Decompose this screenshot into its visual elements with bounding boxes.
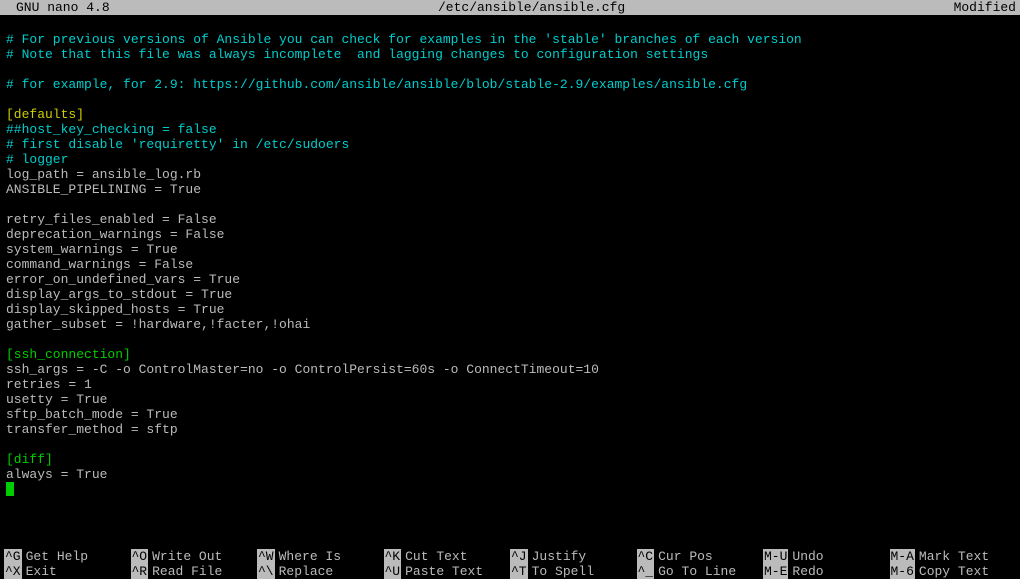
editor-line: command_warnings = False: [6, 257, 1014, 272]
shortcut-key: M-6: [890, 564, 915, 579]
shortcut-key: M-E: [763, 564, 788, 579]
modified-status: Modified: [954, 0, 1016, 15]
editor-line: display_args_to_stdout = True: [6, 287, 1014, 302]
shortcut-row-1: ^GGet Help^OWrite Out^WWhere Is^KCut Tex…: [4, 549, 1016, 564]
editor-area[interactable]: # For previous versions of Ansible you c…: [0, 15, 1020, 502]
shortcut-item[interactable]: ^UPaste Text: [384, 564, 511, 579]
editor-line: # Note that this file was always incompl…: [6, 47, 1014, 62]
shortcut-label: Where Is: [279, 549, 341, 564]
shortcut-label: Copy Text: [919, 564, 989, 579]
editor-line: [diff]: [6, 452, 1014, 467]
file-path: /etc/ansible/ansible.cfg: [110, 0, 954, 15]
editor-line: error_on_undefined_vars = True: [6, 272, 1014, 287]
shortcut-key: ^R: [131, 564, 149, 579]
shortcut-key: ^W: [257, 549, 275, 564]
shortcut-label: Write Out: [152, 549, 222, 564]
shortcut-key: M-A: [890, 549, 915, 564]
shortcut-key: ^X: [4, 564, 22, 579]
editor-line: retries = 1: [6, 377, 1014, 392]
shortcut-item[interactable]: ^W Where Is: [257, 549, 384, 564]
shortcut-label: Redo: [792, 564, 823, 579]
editor-line: transfer_method = sftp: [6, 422, 1014, 437]
shortcut-item[interactable]: ^G Get Help: [4, 549, 131, 564]
shortcut-item[interactable]: ^CCur Pos: [637, 549, 764, 564]
shortcut-key: ^K: [384, 549, 402, 564]
shortcut-label: Undo: [792, 549, 823, 564]
shortcut-label: Justify: [532, 549, 587, 564]
editor-line: # first disable 'requiretty' in /etc/sud…: [6, 137, 1014, 152]
shortcut-label: Replace: [279, 564, 334, 579]
shortcut-item[interactable]: M-6 Copy Text: [890, 564, 1017, 579]
shortcut-item[interactable]: M-A Mark Text: [890, 549, 1017, 564]
cursor-line: [6, 482, 1014, 500]
editor-line: [6, 197, 1014, 212]
editor-line: log_path = ansible_log.rb: [6, 167, 1014, 182]
editor-line: # for example, for 2.9: https://github.c…: [6, 77, 1014, 92]
shortcut-key: M-U: [763, 549, 788, 564]
shortcut-row-2: ^XExit^RRead File^\Replace^UPaste Text^T…: [4, 564, 1016, 579]
editor-line: [6, 92, 1014, 107]
shortcut-key: ^O: [131, 549, 149, 564]
shortcut-item[interactable]: ^OWrite Out: [131, 549, 258, 564]
editor-line: always = True: [6, 467, 1014, 482]
shortcut-key: ^\: [257, 564, 275, 579]
editor-line: [6, 62, 1014, 77]
shortcut-bar: ^GGet Help^OWrite Out^WWhere Is^KCut Tex…: [0, 549, 1020, 579]
shortcut-label: Exit: [26, 564, 57, 579]
editor-line: deprecation_warnings = False: [6, 227, 1014, 242]
editor-line: system_warnings = True: [6, 242, 1014, 257]
shortcut-label: Paste Text: [405, 564, 483, 579]
app-name: GNU nano 4.8: [4, 0, 110, 15]
cursor: [6, 482, 14, 496]
editor-line: [6, 17, 1014, 32]
editor-line: retry_files_enabled = False: [6, 212, 1014, 227]
editor-line: gather_subset = !hardware,!facter,!ohai: [6, 317, 1014, 332]
editor-line: # For previous versions of Ansible you c…: [6, 32, 1014, 47]
editor-line: ssh_args = -C -o ControlMaster=no -o Con…: [6, 362, 1014, 377]
editor-line: usetty = True: [6, 392, 1014, 407]
shortcut-label: Get Help: [26, 549, 88, 564]
editor-line: ##host_key_checking = false: [6, 122, 1014, 137]
shortcut-item[interactable]: ^\ Replace: [257, 564, 384, 579]
shortcut-item[interactable]: M-U Undo: [763, 549, 890, 564]
editor-line: [6, 332, 1014, 347]
shortcut-key: ^G: [4, 549, 22, 564]
shortcut-label: Read File: [152, 564, 222, 579]
shortcut-label: Cur Pos: [658, 549, 713, 564]
shortcut-item[interactable]: ^_Go To Line: [637, 564, 764, 579]
shortcut-key: ^C: [637, 549, 655, 564]
editor-line: [ssh_connection]: [6, 347, 1014, 362]
shortcut-item[interactable]: ^J Justify: [510, 549, 637, 564]
shortcut-item[interactable]: ^KCut Text: [384, 549, 511, 564]
shortcut-key: ^_: [637, 564, 655, 579]
editor-line: ANSIBLE_PIPELINING = True: [6, 182, 1014, 197]
shortcut-key: ^U: [384, 564, 402, 579]
shortcut-item[interactable]: ^X Exit: [4, 564, 131, 579]
editor-line: [defaults]: [6, 107, 1014, 122]
editor-line: [6, 437, 1014, 452]
shortcut-item[interactable]: ^T To Spell: [510, 564, 637, 579]
shortcut-label: To Spell: [532, 564, 594, 579]
shortcut-item[interactable]: M-E Redo: [763, 564, 890, 579]
editor-line: sftp_batch_mode = True: [6, 407, 1014, 422]
shortcut-label: Cut Text: [405, 549, 467, 564]
shortcut-item[interactable]: ^RRead File: [131, 564, 258, 579]
titlebar: GNU nano 4.8 /etc/ansible/ansible.cfg Mo…: [0, 0, 1020, 15]
shortcut-label: Go To Line: [658, 564, 736, 579]
shortcut-key: ^J: [510, 549, 528, 564]
shortcut-label: Mark Text: [919, 549, 989, 564]
shortcut-key: ^T: [510, 564, 528, 579]
editor-line: display_skipped_hosts = True: [6, 302, 1014, 317]
editor-line: # logger: [6, 152, 1014, 167]
